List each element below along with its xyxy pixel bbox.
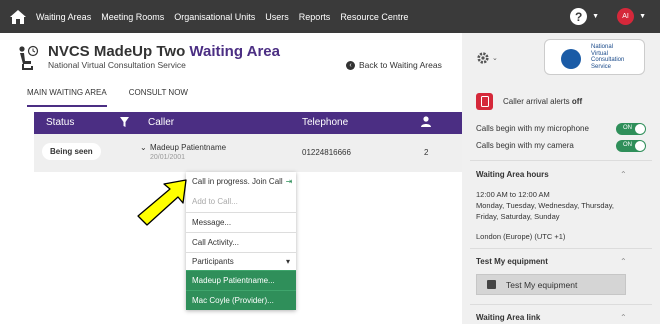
page-header: NVCS MadeUp Two Waiting Area National Vi… (0, 33, 462, 117)
tab-bar: MAIN WAITING AREA CONSULT NOW (27, 88, 210, 107)
camera-setting-label: Calls begin with my camera (476, 141, 574, 150)
pointer-arrow-icon (135, 178, 191, 235)
alerts-label: Caller arrival alerts off (503, 97, 582, 106)
participant-item[interactable]: Mac Coyle (Provider)... (186, 290, 296, 310)
participant-item[interactable]: Madeup Patientname... (186, 270, 296, 290)
avatar: AI (617, 8, 635, 25)
page-title: NVCS MadeUp Two Waiting Area (48, 43, 280, 60)
logo-line: Service (591, 63, 612, 70)
chevron-down-icon: ⌄ (492, 55, 498, 62)
alerts-label-text: Caller arrival alerts (503, 97, 570, 106)
participants-label: Participants (192, 257, 234, 266)
logo-line: Consultation (591, 57, 625, 63)
section-title-hours[interactable]: Waiting Area hours (476, 170, 549, 179)
menu-item-participants[interactable]: Participants ▾ (186, 252, 296, 270)
filter-icon[interactable] (120, 117, 129, 130)
section-title-test[interactable]: Test My equipment (476, 257, 548, 266)
logo-text: National Virtual Consultation Service (591, 44, 624, 70)
status-badge: Being seen (42, 143, 101, 160)
chevron-down-icon: ▼ (639, 13, 646, 20)
waiting-area-icon (17, 45, 39, 76)
nav-waiting-areas[interactable]: Waiting Areas (36, 12, 91, 22)
chevron-down-icon[interactable]: ⌄ (140, 143, 147, 152)
divider (470, 248, 652, 249)
camera-toggle[interactable]: ON (616, 140, 646, 152)
gear-icon (477, 52, 489, 64)
tab-consult-now[interactable]: CONSULT NOW (129, 88, 188, 107)
caller-dob: 20/01/2001 (150, 154, 186, 161)
toggle-knob (635, 141, 645, 151)
menu-item-join-call-label: Call in progress. Join Call (192, 177, 283, 186)
page-subtitle: National Virtual Consultation Service (48, 60, 186, 70)
chevron-down-icon: ▼ (592, 13, 600, 20)
test-equipment-label: Test My equipment (506, 279, 578, 290)
menu-item-join-call[interactable]: Call in progress. Join Call ⇥ (186, 172, 296, 192)
toggle-knob (635, 124, 645, 134)
home-icon[interactable] (0, 0, 36, 33)
menu-item-call-activity[interactable]: Call Activity... (186, 232, 296, 252)
page-title-accent: Waiting Area (189, 43, 280, 60)
menu-item-message[interactable]: Message... (186, 212, 296, 232)
person-icon (421, 116, 431, 130)
toggle-state: ON (623, 125, 632, 131)
chevron-up-icon[interactable]: ⌃ (620, 257, 627, 266)
help-menu-button[interactable]: ? ▼ (570, 8, 599, 25)
back-to-waiting-areas-link[interactable]: ‹ Back to Waiting Areas (346, 60, 442, 70)
side-panel: ⌄ National Virtual Consultation Service … (462, 33, 660, 324)
menu-item-add-to-call[interactable]: Add to Call... (186, 192, 296, 212)
user-menu-button[interactable]: AI ▼ (617, 8, 646, 25)
join-arrow-icon: ⇥ (285, 177, 293, 186)
caret-down-icon: ▾ (285, 257, 290, 266)
caller-telephone: 01224816666 (302, 148, 351, 157)
microphone-setting-label: Calls begin with my microphone (476, 124, 589, 133)
chevron-up-icon[interactable]: ⌃ (620, 170, 627, 179)
divider (470, 160, 652, 161)
settings-button[interactable]: ⌄ (476, 51, 498, 65)
hours-timezone: London (Europe) (UTC +1) (476, 232, 566, 241)
alerts-state: off (571, 97, 583, 106)
test-equipment-icon (487, 280, 496, 289)
hours-days: Friday, Saturday, Sunday (476, 212, 560, 221)
divider (470, 304, 652, 305)
table-header: Status Caller Telephone (34, 112, 462, 134)
back-link-label: Back to Waiting Areas (359, 60, 442, 70)
chevron-up-icon[interactable]: ⌃ (620, 313, 627, 322)
microphone-setting: Calls begin with my microphone ON (476, 123, 646, 135)
nav-reports[interactable]: Reports (299, 12, 331, 22)
caller-actions-menu: Call in progress. Join Call ⇥ Add to Call… (186, 172, 296, 310)
help-icon: ? (570, 8, 588, 25)
microphone-toggle[interactable]: ON (616, 123, 646, 135)
column-status[interactable]: Status (46, 117, 74, 128)
test-equipment-button[interactable]: Test My equipment (476, 274, 626, 295)
nav-meeting-rooms[interactable]: Meeting Rooms (101, 12, 164, 22)
nav-resource-centre[interactable]: Resource Centre (340, 12, 408, 22)
table-row[interactable]: Being seen ⌄ Madeup Patientname 20/01/20… (34, 134, 462, 172)
column-telephone[interactable]: Telephone (302, 117, 348, 128)
nav-organisational-units[interactable]: Organisational Units (174, 12, 255, 22)
hours-time: 12:00 AM to 12:00 AM (476, 190, 550, 199)
back-arrow-icon: ‹ (346, 60, 355, 70)
toggle-state: ON (623, 142, 632, 148)
nvcs-logo: National Virtual Consultation Service (544, 39, 645, 75)
nav-users[interactable]: Users (265, 12, 289, 22)
logo-mark-icon (561, 49, 581, 69)
page-title-prefix: NVCS MadeUp Two (48, 43, 186, 60)
hours-days: Monday, Tuesday, Wednesday, Thursday, (476, 201, 614, 210)
caller-name[interactable]: Madeup Patientname (150, 143, 226, 152)
tab-main-waiting-area[interactable]: MAIN WAITING AREA (27, 88, 107, 107)
phone-icon (476, 93, 493, 110)
section-title-link[interactable]: Waiting Area link (476, 313, 540, 322)
top-nav: Waiting Areas Meeting Rooms Organisation… (0, 0, 660, 33)
caller-arrival-alerts[interactable]: Caller arrival alerts off (476, 93, 582, 110)
participant-count: 2 (424, 148, 429, 157)
column-caller[interactable]: Caller (148, 117, 174, 128)
camera-setting: Calls begin with my camera ON (476, 140, 646, 152)
